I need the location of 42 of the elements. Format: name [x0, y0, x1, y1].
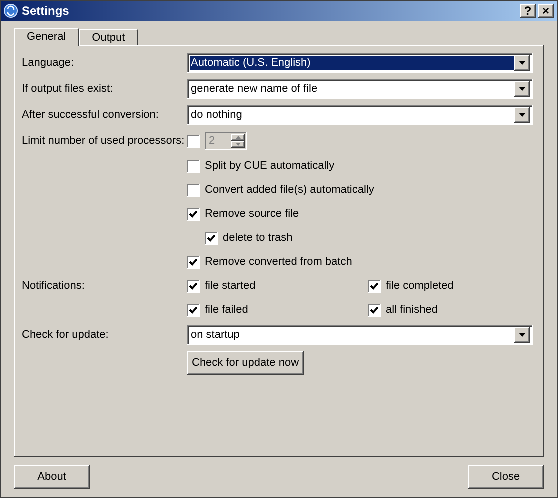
- checkbox-label: delete to trash: [223, 230, 293, 246]
- help-button[interactable]: ?: [520, 4, 536, 18]
- tab[interactable]: General: [14, 28, 80, 46]
- field-label: Limit number of used processors:: [22, 134, 186, 149]
- checkbox[interactable]: [187, 280, 200, 292]
- checkbox-label: Remove source file: [205, 206, 300, 222]
- checkbox-label: Split by CUE automatically: [205, 158, 335, 174]
- checkbox[interactable]: [368, 280, 381, 292]
- close-button[interactable]: ×: [538, 4, 554, 18]
- window-title: Settings: [22, 3, 70, 20]
- checkbox-label: file failed: [205, 302, 248, 318]
- dropdown[interactable]: generate new name of file: [187, 79, 533, 99]
- dropdown-value: do nothing: [190, 108, 244, 122]
- checkbox-label: file started: [205, 278, 256, 294]
- field-label: Notifications:: [22, 278, 86, 294]
- app-icon: [4, 4, 18, 18]
- checkbox[interactable]: [205, 232, 218, 244]
- field-label: Language:: [22, 56, 75, 71]
- field-label: Check for update:: [22, 328, 110, 343]
- checkbox-label: all finished: [386, 302, 438, 318]
- checkbox[interactable]: [368, 304, 381, 316]
- field-label: After successful conversion:: [22, 108, 160, 123]
- dialog-button[interactable]: About: [14, 465, 90, 489]
- spinner-value: 2: [208, 134, 216, 149]
- check-update-button[interactable]: Check for update now: [187, 351, 304, 375]
- dropdown[interactable]: do nothing: [187, 105, 533, 125]
- dialog-button[interactable]: Close: [468, 465, 544, 489]
- dropdown[interactable]: Automatic (U.S. English): [187, 53, 533, 73]
- dropdown[interactable]: on startup: [187, 325, 533, 345]
- checkbox[interactable]: [187, 160, 200, 172]
- checkbox[interactable]: [187, 208, 200, 220]
- checkbox[interactable]: [187, 184, 200, 196]
- dropdown-value: generate new name of file: [190, 82, 319, 96]
- checkbox[interactable]: [187, 304, 200, 316]
- dropdown-value: Automatic (U.S. English): [190, 56, 514, 70]
- checkbox[interactable]: [187, 256, 200, 268]
- checkbox-label: Convert added file(s) automatically: [205, 182, 374, 198]
- field-label: If output files exist:: [22, 82, 114, 97]
- dropdown-value: on startup: [190, 328, 241, 342]
- checkbox-label: file completed: [386, 278, 454, 294]
- checkbox-label: Remove converted from batch: [205, 254, 352, 270]
- tab[interactable]: Output: [79, 29, 138, 45]
